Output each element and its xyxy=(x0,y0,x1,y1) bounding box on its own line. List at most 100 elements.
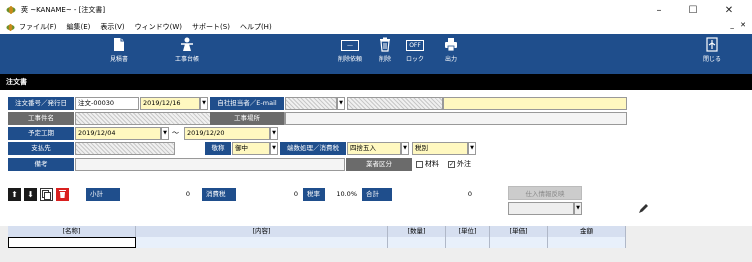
rounding-dropdown[interactable]: ▼ xyxy=(401,142,409,155)
move-up-button[interactable]: ⬆ xyxy=(8,188,21,201)
issue-date-dropdown[interactable]: ▼ xyxy=(200,97,208,110)
trash-icon xyxy=(380,37,390,52)
payee-field[interactable] xyxy=(75,142,175,155)
close-label: 閉じる xyxy=(702,56,721,63)
email-field[interactable] xyxy=(347,97,443,110)
mdi-controls[interactable]: _ ✕ xyxy=(730,21,748,29)
honorific-field[interactable]: 御中 xyxy=(232,142,270,155)
close-window-button[interactable]: ✕ xyxy=(712,0,746,20)
tax-type-field[interactable]: 税別 xyxy=(412,142,468,155)
grid-header-amount[interactable]: 金額 xyxy=(548,226,626,237)
grid-cell-qty[interactable] xyxy=(388,237,446,248)
grid-header-name[interactable]: [名称] xyxy=(8,226,136,237)
delete-request-label: 削除依頼 xyxy=(337,56,362,63)
exit-icon xyxy=(705,37,718,52)
grid-header-content[interactable]: [内容] xyxy=(136,226,388,237)
menu-view[interactable]: 表示(V) xyxy=(100,22,124,32)
order-number-label: 注文番号／発行日 xyxy=(8,97,74,110)
estimate-label: 見積書 xyxy=(109,56,128,63)
ledger-button[interactable]: 工事台帳 xyxy=(170,37,204,63)
email-field-extension[interactable] xyxy=(443,97,627,110)
rounding-label: 端数処理／消費税 xyxy=(280,142,346,155)
detail-grid: [名称] [内容] [数量] [単位] [単価] 金額 xyxy=(0,226,752,262)
delete-row-button[interactable] xyxy=(56,188,69,201)
period-start-field[interactable]: 2019/12/04 xyxy=(75,127,161,140)
note-field[interactable] xyxy=(75,158,345,171)
period-separator: ～ xyxy=(172,129,179,137)
delete-request-button[interactable]: — 削除依頼 xyxy=(336,37,364,63)
outsourcing-checkbox[interactable]: ✓ 外注 xyxy=(448,158,471,171)
delete-request-icon: — xyxy=(341,40,359,51)
app-logo-icon xyxy=(6,6,16,14)
close-button[interactable]: 閉じる xyxy=(700,37,724,63)
printer-icon xyxy=(445,38,457,52)
section-title: 注文書 xyxy=(0,74,752,90)
staff-field[interactable] xyxy=(285,97,337,110)
grid-cell-amount[interactable] xyxy=(548,237,626,248)
subtotal-label: 小計 xyxy=(86,188,120,201)
total-value: 0 xyxy=(392,188,476,201)
tax-value: 0 xyxy=(236,188,302,201)
grid-cell-unit[interactable] xyxy=(446,237,490,248)
rounding-field[interactable]: 四捨五入 xyxy=(347,142,401,155)
delete-label: 削除 xyxy=(378,56,391,63)
tax-type-dropdown[interactable]: ▼ xyxy=(468,142,476,155)
period-start-dropdown[interactable]: ▼ xyxy=(161,127,169,140)
ledger-label: 工事台帳 xyxy=(174,56,199,63)
site-field[interactable] xyxy=(285,112,627,125)
lock-state-indicator: OFF xyxy=(406,40,424,51)
toolbar: 見積書 工事台帳 — 削除依頼 削除 OFF ロック 出力 閉じる xyxy=(0,34,752,74)
payee-label: 支払先 xyxy=(8,142,74,155)
maximize-button[interactable]: ☐ xyxy=(676,0,710,20)
menu-support[interactable]: サポート(S) xyxy=(192,22,230,32)
menu-bar: ファイル(F) 編集(E) 表示(V) ウィンドウ(W) サポート(S) ヘルプ… xyxy=(0,20,752,34)
rate-value: 10.0% xyxy=(325,188,361,201)
period-end-field[interactable]: 2019/12/20 xyxy=(184,127,270,140)
supplier-info-button[interactable]: 仕入情報反映 xyxy=(508,186,582,200)
minimize-button[interactable]: – xyxy=(642,0,676,20)
output-button[interactable]: 出力 xyxy=(440,37,462,63)
material-label: 材料 xyxy=(425,160,439,168)
period-label: 予定工期 xyxy=(8,127,74,140)
tax-label: 消費税 xyxy=(202,188,236,201)
grid-header-price[interactable]: [単価] xyxy=(490,226,548,237)
output-label: 出力 xyxy=(444,56,457,63)
grid-cell-content[interactable] xyxy=(136,237,388,248)
supplier-select[interactable] xyxy=(508,202,574,215)
menu-file[interactable]: ファイル(F) xyxy=(19,22,57,32)
delete-button[interactable]: 削除 xyxy=(374,37,396,63)
material-checkbox[interactable]: 材料 xyxy=(416,158,439,171)
period-end-dropdown[interactable]: ▼ xyxy=(270,127,278,140)
project-name-label: 工事件名 xyxy=(8,112,74,125)
menu-window[interactable]: ウィンドウ(W) xyxy=(135,22,182,32)
copy-icon xyxy=(42,190,51,200)
grid-header-qty[interactable]: [数量] xyxy=(388,226,446,237)
title-bar: 莢 ~KANAME~ - [注文書] xyxy=(0,0,752,20)
supplier-dropdown[interactable]: ▼ xyxy=(574,202,582,215)
lock-label: ロック xyxy=(405,56,424,63)
staff-dropdown[interactable]: ▼ xyxy=(337,97,345,110)
worker-icon xyxy=(181,37,193,51)
honorific-label: 敬称 xyxy=(205,142,231,155)
order-number-field[interactable]: 注文-00030 xyxy=(75,97,139,110)
window-title: 莢 ~KANAME~ - [注文書] xyxy=(21,6,106,14)
grid-header-unit[interactable]: [単位] xyxy=(446,226,490,237)
menu-edit[interactable]: 編集(E) xyxy=(67,22,91,32)
site-label: 工事場所 xyxy=(210,112,284,125)
estimate-button[interactable]: 見積書 xyxy=(104,37,134,63)
document-icon xyxy=(114,38,124,51)
move-down-button[interactable]: ⬇ xyxy=(24,188,37,201)
honorific-dropdown[interactable]: ▼ xyxy=(270,142,278,155)
lock-button[interactable]: OFF ロック xyxy=(402,37,428,63)
pen-icon[interactable] xyxy=(638,204,648,214)
copy-row-button[interactable] xyxy=(40,188,53,201)
grid-cell-name[interactable] xyxy=(8,237,136,248)
grid-cell-price[interactable] xyxy=(490,237,548,248)
menu-help[interactable]: ヘルプ(H) xyxy=(240,22,272,32)
outsourcing-checkbox-box[interactable]: ✓ xyxy=(448,160,455,168)
issue-date-field[interactable]: 2019/12/16 xyxy=(140,97,200,110)
staff-email-label: 自社担当者／E-mail xyxy=(210,97,284,110)
material-checkbox-box[interactable] xyxy=(416,160,423,168)
total-label: 合計 xyxy=(362,188,392,201)
rate-label: 税率 xyxy=(303,188,325,201)
